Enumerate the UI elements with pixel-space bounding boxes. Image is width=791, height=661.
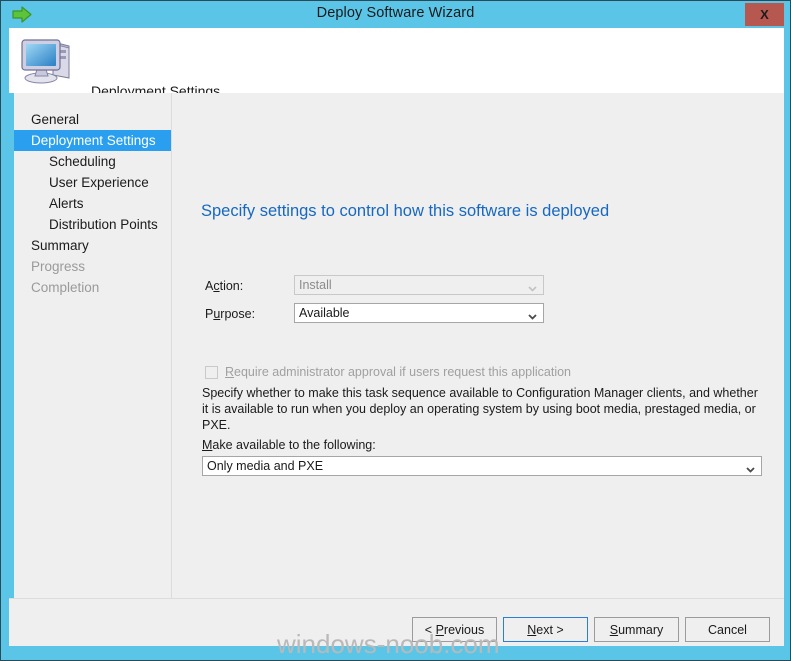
next-button[interactable]: Next > [503,617,588,642]
summary-button[interactable]: Summary [594,617,679,642]
sidebar-item-deployment-settings[interactable]: Deployment Settings [14,130,171,151]
make-available-value: Only media and PXE [207,459,324,473]
make-available-label: Make available to the following: [202,438,376,452]
sidebar-item-alerts[interactable]: Alerts [14,193,171,214]
window-title: Deploy Software Wizard [316,5,475,21]
make-available-dropdown[interactable]: Only media and PXE [202,456,762,476]
approval-checkbox[interactable] [205,366,218,379]
button-label-post: Cancel [708,622,747,637]
button-label-accesskey: S [609,622,619,637]
sidebar-item-label: Deployment Settings [31,133,156,148]
description-text: Specify whether to make this task sequen… [202,386,758,432]
purpose-label: Purpose: [205,307,255,321]
sidebar-item-progress[interactable]: Progress [14,256,171,277]
button-label-pre: < [424,622,436,637]
previous-button[interactable]: < Previous [412,617,497,642]
purpose-value: Available [299,306,350,320]
page-title: Specify settings to control how this sof… [201,202,610,220]
wizard-header: Deployment Settings [9,28,784,99]
chevron-down-icon [528,280,537,292]
approval-label: Require administrator approval if users … [225,365,571,379]
action-label: Action: [205,279,243,293]
button-label-post: revious [443,622,485,637]
wizard-steps-sidebar: General Deployment Settings Scheduling User… [14,93,171,646]
button-label-accesskey: N [527,622,537,637]
sidebar-item-summary[interactable]: Summary [14,235,171,256]
wizard-window: Deploy Software Wizard X Deployment Sett… [0,0,791,661]
content-pane: Specify settings to control how this sof… [172,93,784,646]
sidebar-item-label: Scheduling [49,154,116,169]
purpose-dropdown[interactable]: Available [294,303,544,323]
sidebar-item-scheduling[interactable]: Scheduling [14,151,171,172]
make-available-accesskey: M [202,438,213,452]
sidebar-item-label: Completion [31,280,100,295]
button-label-post: ext > [536,622,564,637]
action-value: Install [299,278,332,292]
action-label-post: tion: [219,279,244,293]
purpose-label-post: rpose: [220,307,256,321]
approval-label-accesskey: R [225,365,235,379]
sidebar-item-label: User Experience [49,175,149,190]
sidebar-item-label: Alerts [49,196,84,211]
sidebar-item-label: Progress [31,259,86,274]
cancel-button[interactable]: Cancel [685,617,770,642]
chevron-down-icon [746,461,755,473]
sidebar-item-general[interactable]: General [14,109,171,130]
computer-icon [19,32,77,88]
title-bar: Deploy Software Wizard X [1,1,790,28]
button-label-accesskey: P [435,622,444,637]
wizard-body: General Deployment Settings Scheduling User… [9,93,784,646]
sidebar-item-label: Distribution Points [49,217,158,232]
step-list: General Deployment Settings Scheduling User… [14,109,171,298]
action-dropdown[interactable]: Install [294,275,544,295]
close-button[interactable]: X [745,3,784,26]
make-available-label-rest: ake available to the following: [212,438,376,452]
sidebar-item-distribution-points[interactable]: Distribution Points [14,214,171,235]
sidebar-item-label: Summary [31,238,89,253]
button-label-post: ummary [618,622,664,637]
chevron-down-icon [528,308,537,320]
sidebar-item-completion[interactable]: Completion [14,277,171,298]
footer-button-bar: < Previous Next > Summary Cancel [9,599,784,646]
sidebar-item-user-experience[interactable]: User Experience [14,172,171,193]
sidebar-item-label: General [31,112,80,127]
approval-label-rest: equire administrator approval if users r… [234,365,572,379]
